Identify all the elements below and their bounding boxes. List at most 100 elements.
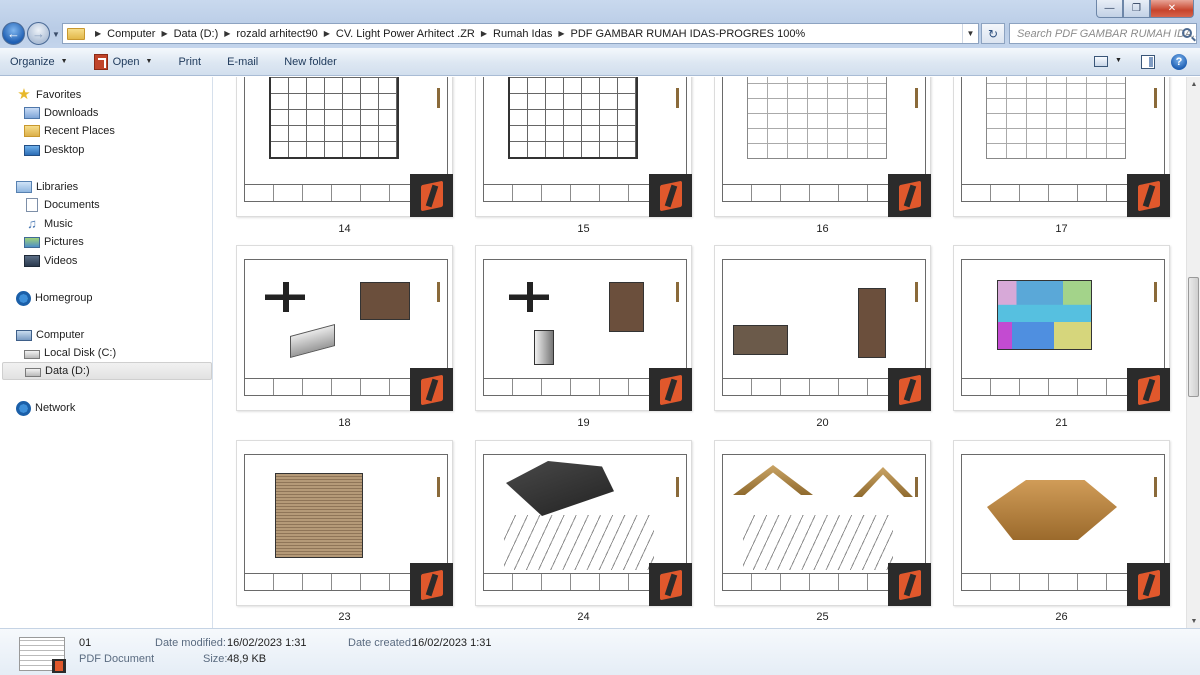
file-thumbnail[interactable]	[236, 245, 453, 411]
command-bar: Organize ▼ Open ▼ Print E-mail New folde…	[0, 48, 1200, 76]
preview-pane-icon[interactable]	[1141, 55, 1155, 69]
nav-local-disk[interactable]: Local Disk (C:)	[24, 344, 116, 362]
file-thumbnail[interactable]	[714, 440, 931, 606]
search-input[interactable]: Search PDF GAMBAR RUMAH IDA...	[1009, 23, 1197, 44]
scroll-up-arrow-icon[interactable]: ▲	[1187, 77, 1200, 91]
file-thumbnail[interactable]	[953, 245, 1170, 411]
nav-downloads-label: Downloads	[44, 107, 99, 119]
breadcrumb-data-drive[interactable]: Data (D:)	[174, 28, 219, 40]
file-thumbnail[interactable]	[475, 245, 692, 411]
nav-desktop[interactable]: Desktop	[24, 141, 84, 159]
file-thumbnail[interactable]	[236, 77, 453, 217]
chevron-right-icon[interactable]: ▶	[558, 29, 564, 38]
back-button[interactable]: ←	[2, 22, 25, 45]
size-value: 48,9 KB	[227, 653, 267, 665]
minimize-button[interactable]: —	[1096, 0, 1123, 18]
new-folder-button[interactable]: New folder	[268, 48, 347, 76]
maximize-button[interactable]: ❐	[1123, 0, 1150, 18]
open-button[interactable]: Open ▼	[78, 48, 163, 76]
chevron-right-icon[interactable]: ▶	[224, 29, 230, 38]
file-thumbnail[interactable]	[953, 440, 1170, 606]
nav-favorites[interactable]: ★ Favorites	[16, 86, 81, 104]
file-name[interactable]: 19	[475, 417, 692, 429]
nav-recent-places[interactable]: Recent Places	[24, 122, 115, 140]
documents-icon	[26, 198, 38, 212]
address-bar[interactable]: ▶ Computer ▶ Data (D:) ▶ rozald arhitect…	[62, 23, 979, 44]
vertical-scrollbar[interactable]: ▲ ▼	[1186, 77, 1200, 628]
forward-button[interactable]: →	[27, 22, 50, 45]
scroll-down-arrow-icon[interactable]: ▼	[1187, 614, 1200, 628]
nav-local-disk-label: Local Disk (C:)	[44, 347, 117, 359]
file-name[interactable]: 26	[953, 611, 1170, 623]
pdf-logo-icon	[410, 368, 453, 411]
breadcrumb-rumah-idas[interactable]: Rumah Idas	[493, 28, 552, 40]
open-label: Open	[112, 55, 140, 68]
pdf-logo-icon	[52, 659, 66, 673]
scroll-thumb[interactable]	[1188, 277, 1199, 397]
nav-music[interactable]: ♫ Music	[24, 215, 73, 233]
email-button[interactable]: E-mail	[211, 48, 268, 76]
detail-drawing	[609, 282, 644, 332]
chevron-right-icon[interactable]: ▶	[95, 29, 101, 38]
pdf-logo-icon	[649, 174, 692, 217]
close-button[interactable]: ✕	[1150, 0, 1194, 18]
file-thumbnail[interactable]	[236, 440, 453, 606]
file-name[interactable]: 23	[236, 611, 453, 623]
nav-downloads[interactable]: Downloads	[24, 104, 98, 122]
date-modified-value: 16/02/2023 1:31	[227, 637, 307, 649]
nav-libraries[interactable]: Libraries	[16, 178, 78, 196]
date-modified-label: Date modified:	[155, 637, 226, 649]
chevron-down-icon[interactable]: ▼	[962, 24, 978, 43]
file-name[interactable]: 15	[475, 223, 692, 235]
file-name[interactable]: 24	[475, 611, 692, 623]
organize-label: Organize	[10, 55, 55, 68]
breadcrumb-rozald-arhitect90[interactable]: rozald arhitect90	[236, 28, 317, 40]
title-bar: — ❐ ✕ ← → ▼ ▶ Computer ▶ Data (D:) ▶ roz…	[0, 0, 1200, 48]
roof-plan-drawing	[275, 473, 363, 558]
file-thumbnail[interactable]	[475, 77, 692, 217]
chevron-right-icon[interactable]: ▶	[481, 29, 487, 38]
chevron-down-icon[interactable]: ▼	[1115, 57, 1122, 64]
recent-pages-dropdown[interactable]: ▼	[52, 30, 60, 39]
chevron-down-icon: ▼	[60, 58, 68, 65]
detail-drawing	[290, 323, 335, 359]
pdf-logo-icon	[888, 174, 931, 217]
file-thumbnail[interactable]	[714, 77, 931, 217]
file-name[interactable]: 14	[236, 223, 453, 235]
breadcrumb-cv-light-power[interactable]: CV. Light Power Arhitect .ZR	[336, 28, 475, 40]
detail-drawing	[858, 288, 886, 358]
refresh-button[interactable]: ↻	[981, 23, 1005, 44]
breadcrumb-current-folder[interactable]: PDF GAMBAR RUMAH IDAS-PROGRES 100%	[571, 28, 806, 40]
file-thumbnail[interactable]	[475, 440, 692, 606]
help-icon[interactable]: ?	[1171, 54, 1187, 70]
file-thumbnail[interactable]	[714, 245, 931, 411]
nav-pictures[interactable]: Pictures	[24, 233, 84, 251]
chevron-right-icon[interactable]: ▶	[324, 29, 330, 38]
network-icon	[16, 400, 31, 416]
detail-file-type: PDF Document	[79, 653, 155, 665]
file-name[interactable]: 25	[714, 611, 931, 623]
print-button[interactable]: Print	[162, 48, 211, 76]
sheet-mark	[676, 282, 679, 302]
file-thumbnail[interactable]	[953, 77, 1170, 217]
nav-documents[interactable]: Documents	[24, 196, 100, 214]
file-name[interactable]: 21	[953, 417, 1170, 429]
nav-homegroup[interactable]: Homegroup	[16, 289, 92, 307]
pdf-logo-icon	[1127, 368, 1170, 411]
nav-data-disk[interactable]: Data (D:)	[2, 362, 212, 380]
file-name[interactable]: 17	[953, 223, 1170, 235]
change-view-icon[interactable]	[1094, 56, 1108, 67]
file-list: 14 15 16 17 18 19 20 21 23 24 25 26	[214, 77, 1186, 628]
nav-network[interactable]: Network	[16, 399, 75, 417]
pictures-icon	[24, 236, 40, 248]
nav-videos[interactable]: Videos	[24, 252, 77, 270]
search-icon[interactable]	[1182, 28, 1192, 38]
file-name[interactable]: 16	[714, 223, 931, 235]
file-name[interactable]: 18	[236, 417, 453, 429]
organize-button[interactable]: Organize ▼	[0, 48, 78, 76]
nav-computer[interactable]: Computer	[16, 326, 84, 344]
file-name[interactable]: 20	[714, 417, 931, 429]
breadcrumb-computer[interactable]: Computer	[107, 28, 155, 40]
recent-places-icon	[24, 125, 40, 137]
chevron-right-icon[interactable]: ▶	[161, 29, 167, 38]
